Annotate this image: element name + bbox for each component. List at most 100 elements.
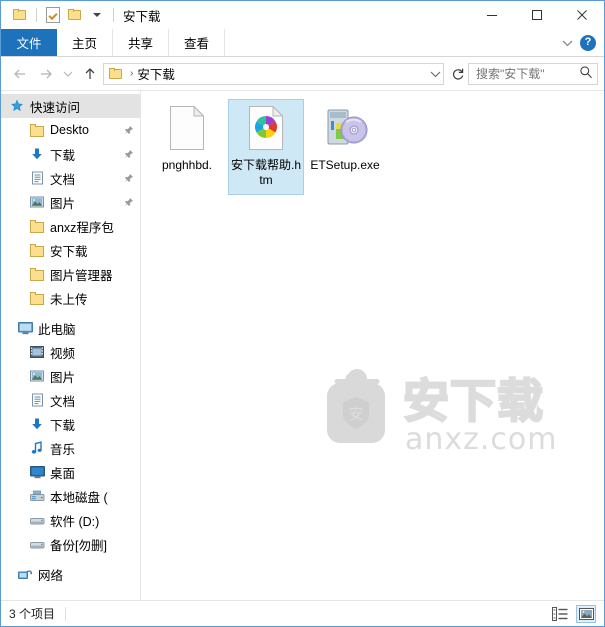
sidebar-label: anxz程序包 xyxy=(50,220,114,235)
search-box[interactable] xyxy=(468,62,598,85)
breadcrumb[interactable]: › 安下载 xyxy=(103,62,444,85)
sidebar-item-backup-drive[interactable]: 备份[勿删] xyxy=(1,532,140,556)
help-button[interactable]: ? xyxy=(580,34,596,51)
sidebar-label: 音乐 xyxy=(50,442,76,457)
doc-check-icon[interactable] xyxy=(42,4,64,26)
drive-icon xyxy=(27,515,47,526)
folder-icon[interactable] xyxy=(9,4,31,26)
breadcrumb-current[interactable]: 安下载 xyxy=(137,64,175,83)
sidebar-item-not-uploaded[interactable]: 未上传 xyxy=(1,286,140,310)
documents-icon xyxy=(27,171,47,185)
desktop-icon xyxy=(27,465,47,479)
sidebar-item-downloads-pc[interactable]: 下载 xyxy=(1,412,140,436)
local-disk-icon xyxy=(27,490,47,503)
sidebar-item-documents-pc[interactable]: 文档 xyxy=(1,388,140,412)
pin-icon[interactable] xyxy=(123,173,134,184)
navigation-pane[interactable]: 快速访问 Deskto 下载 文档 图片 anxz程序包 安下载 图片管理器 未… xyxy=(1,91,141,600)
minimize-button[interactable] xyxy=(469,1,514,29)
file-item-etsetup-exe[interactable]: ETSetup.exe xyxy=(307,99,383,195)
file-list-area[interactable]: pnghhbd. 安下载帮助.htm ETSetup.exe 安 安下载 anx… xyxy=(141,91,604,600)
search-input[interactable] xyxy=(476,66,579,81)
sidebar-item-downloads[interactable]: 下载 xyxy=(1,142,140,166)
sidebar-item-local-disk[interactable]: 本地磁盘 ( xyxy=(1,484,140,508)
sidebar-label: 图片 xyxy=(50,196,76,211)
chevron-down-icon[interactable] xyxy=(86,4,108,26)
forward-button[interactable] xyxy=(33,61,59,87)
sidebar-item-videos[interactable]: 视频 xyxy=(1,340,140,364)
large-icons-view-button[interactable] xyxy=(576,604,596,623)
sidebar-item-anxiazai[interactable]: 安下载 xyxy=(1,238,140,262)
pin-icon[interactable] xyxy=(123,197,134,208)
folder-icon xyxy=(109,67,123,80)
videos-icon xyxy=(27,346,47,358)
maximize-button[interactable] xyxy=(514,1,559,29)
sidebar-item-desktop[interactable]: Deskto xyxy=(1,118,140,142)
status-divider xyxy=(65,606,67,621)
up-button[interactable] xyxy=(77,61,103,87)
file-grid: pnghhbd. 安下载帮助.htm ETSetup.exe xyxy=(141,91,604,195)
quick-access-toolbar: 安下载 xyxy=(1,4,161,26)
sidebar-label: 下载 xyxy=(50,148,76,163)
refresh-button[interactable] xyxy=(448,63,468,85)
chevron-down-icon[interactable] xyxy=(560,36,574,50)
new-folder-icon[interactable] xyxy=(64,4,86,26)
file-item-pnghhbd[interactable]: pnghhbd. xyxy=(149,99,225,195)
tab-file[interactable]: 文件 xyxy=(1,29,57,56)
breadcrumb-dropdown[interactable] xyxy=(430,70,441,78)
help-label: ? xyxy=(584,36,592,48)
tab-view-label: 查看 xyxy=(183,37,209,51)
file-item-anxiazai-help-htm[interactable]: 安下载帮助.htm xyxy=(228,99,304,195)
window-controls xyxy=(469,1,604,29)
tab-share[interactable]: 共享 xyxy=(113,29,169,56)
toolbar-divider-2 xyxy=(113,8,114,22)
address-bar: › 安下载 xyxy=(1,57,604,90)
tab-view[interactable]: 查看 xyxy=(169,29,225,56)
sidebar-item-desktop-pc[interactable]: 桌面 xyxy=(1,460,140,484)
sidebar-label: 软件 (D:) xyxy=(50,514,100,529)
sidebar-item-quick-access[interactable]: 快速访问 xyxy=(1,94,140,118)
sidebar-label: 下载 xyxy=(50,418,76,433)
sidebar-item-drive-d[interactable]: 软件 (D:) xyxy=(1,508,140,532)
file-explorer-window: 安下载 文件 主页 共享 查看 ? › 安下载 搜索"安下载" 快速访问 Des… xyxy=(0,0,605,627)
back-button[interactable] xyxy=(7,61,33,87)
music-note-icon xyxy=(27,441,47,455)
download-arrow-icon xyxy=(27,417,47,431)
pin-icon[interactable] xyxy=(123,149,134,160)
sidebar-label: 图片 xyxy=(50,370,76,385)
sidebar-label: 文档 xyxy=(50,394,76,409)
sidebar-item-network[interactable]: 网络 xyxy=(1,562,140,586)
details-view-button[interactable] xyxy=(550,605,570,623)
sidebar-item-pictures[interactable]: 图片 xyxy=(1,190,140,214)
sidebar-label: 快速访问 xyxy=(30,100,81,115)
drive-icon xyxy=(27,539,47,550)
sidebar-item-documents[interactable]: 文档 xyxy=(1,166,140,190)
sidebar-item-music[interactable]: 音乐 xyxy=(1,436,140,460)
star-pin-icon xyxy=(7,99,27,113)
sidebar-item-this-pc[interactable]: 此电脑 xyxy=(1,316,140,340)
sidebar-label: 文档 xyxy=(50,172,76,187)
sidebar-item-anxz-package[interactable]: anxz程序包 xyxy=(1,214,140,238)
close-button[interactable] xyxy=(559,1,604,29)
recent-locations-icon[interactable] xyxy=(59,61,77,87)
folder-icon xyxy=(27,243,47,257)
ribbon-tabs: 文件 主页 共享 查看 ? xyxy=(1,29,604,57)
pin-icon[interactable] xyxy=(123,125,134,136)
file-name: ETSetup.exe xyxy=(310,158,380,172)
toolbar-divider xyxy=(36,8,37,22)
tab-home-label: 主页 xyxy=(71,37,97,51)
folder-icon xyxy=(27,291,47,305)
view-mode-buttons xyxy=(550,604,596,623)
tab-home[interactable]: 主页 xyxy=(57,29,113,56)
sidebar-item-image-manager[interactable]: 图片管理器 xyxy=(1,262,140,286)
folder-icon xyxy=(27,219,47,233)
svg-text:anxz.com: anxz.com xyxy=(405,422,558,457)
svg-text:安下载: 安下载 xyxy=(403,374,544,428)
setup-installer-icon xyxy=(321,104,369,152)
sidebar-label: 备份[勿删] xyxy=(50,538,107,553)
this-pc-icon xyxy=(15,321,35,335)
file-name: 安下载帮助.htm xyxy=(231,158,302,187)
download-arrow-icon xyxy=(27,147,47,161)
sidebar-item-pictures-pc[interactable]: 图片 xyxy=(1,364,140,388)
title-bar: 安下载 xyxy=(1,1,604,29)
search-icon[interactable] xyxy=(579,65,593,82)
